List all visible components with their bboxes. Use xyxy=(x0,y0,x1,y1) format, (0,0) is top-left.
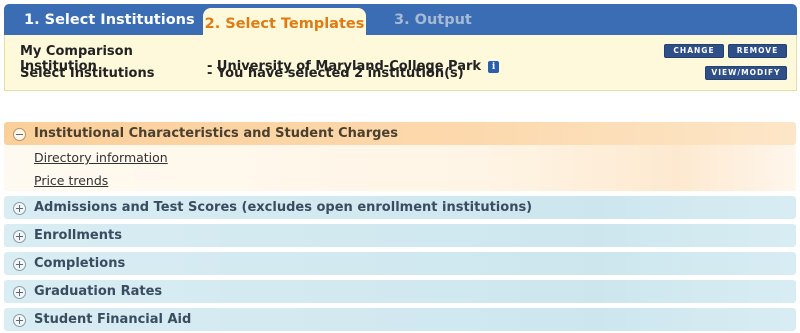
section-title: Institutional Characteristics and Studen… xyxy=(34,126,398,141)
section-admissions-test-scores[interactable]: Admissions and Test Scores (excludes ope… xyxy=(4,196,796,219)
expand-icon[interactable] xyxy=(13,202,26,215)
section-institutional-characteristics[interactable]: Institutional Characteristics and Studen… xyxy=(4,122,796,145)
section-title: Enrollments xyxy=(34,228,122,243)
institution-info-panel: My Comparison Institution - University of… xyxy=(4,35,797,91)
section-title: Admissions and Test Scores (excludes ope… xyxy=(34,200,533,215)
section-title: Student Financial Aid xyxy=(34,312,192,327)
directory-information-link[interactable]: Directory information xyxy=(34,150,168,165)
expand-icon[interactable] xyxy=(13,286,26,299)
select-institutions-label: Select Institutions xyxy=(20,66,155,81)
section-graduation-rates[interactable]: Graduation Rates xyxy=(4,280,796,303)
tab-bar: 1. Select Institutions 2. Select Templat… xyxy=(4,4,797,39)
section-enrollments[interactable]: Enrollments xyxy=(4,224,796,247)
remove-button[interactable]: REMOVE xyxy=(728,44,787,58)
section-student-financial-aid[interactable]: Student Financial Aid xyxy=(4,308,796,331)
selected-count-value: - You have selected 2 institution(s) xyxy=(207,66,464,81)
collapse-icon[interactable] xyxy=(13,128,26,141)
tab-select-institutions[interactable]: 1. Select Institutions xyxy=(24,4,195,37)
change-button[interactable]: CHANGE xyxy=(664,44,724,58)
section-items-panel: Directory information Price trends xyxy=(4,145,796,191)
expand-icon[interactable] xyxy=(13,314,26,327)
section-title: Completions xyxy=(34,256,126,271)
expand-icon[interactable] xyxy=(13,230,26,243)
view-modify-button[interactable]: VIEW/MODIFY xyxy=(705,66,787,80)
price-trends-link[interactable]: Price trends xyxy=(34,173,108,188)
select-institutions-row: Select Institutions - You have selected 2… xyxy=(20,66,464,81)
section-title: Graduation Rates xyxy=(34,284,163,299)
info-icon[interactable]: i xyxy=(488,61,500,73)
tab-output[interactable]: 3. Output xyxy=(394,4,472,37)
section-completions[interactable]: Completions xyxy=(4,252,796,275)
expand-icon[interactable] xyxy=(13,258,26,271)
